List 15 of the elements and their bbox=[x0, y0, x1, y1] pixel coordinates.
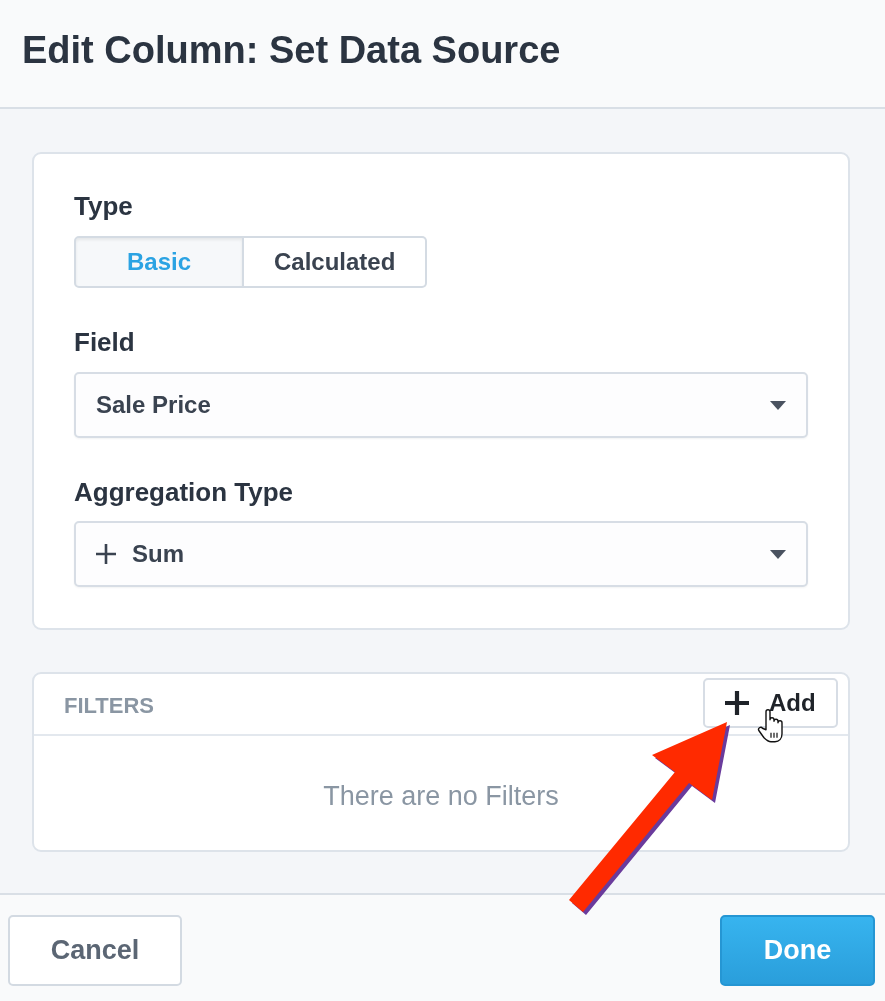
plus-icon bbox=[725, 691, 749, 715]
aggregation-label: Aggregation Type bbox=[74, 477, 294, 507]
dialog-title: Edit Column: Set Data Source bbox=[22, 27, 561, 72]
type-tab[interactable]: Calculated bbox=[244, 236, 428, 288]
cancel-button[interactable]: Cancel bbox=[8, 915, 182, 986]
caret-icon bbox=[770, 549, 786, 559]
section-title: FILTERS bbox=[64, 693, 155, 719]
field-dropdown[interactable]: Sale Price bbox=[74, 372, 808, 438]
empty-message: There are no Filters bbox=[323, 780, 559, 812]
caret-icon bbox=[770, 400, 786, 410]
add-button[interactable]: Add bbox=[703, 678, 838, 728]
field-label: Field bbox=[74, 327, 135, 357]
type-label: Type bbox=[74, 191, 133, 221]
plus-icon bbox=[96, 544, 116, 564]
aggregation-dropdown[interactable]: Sum bbox=[74, 521, 808, 587]
